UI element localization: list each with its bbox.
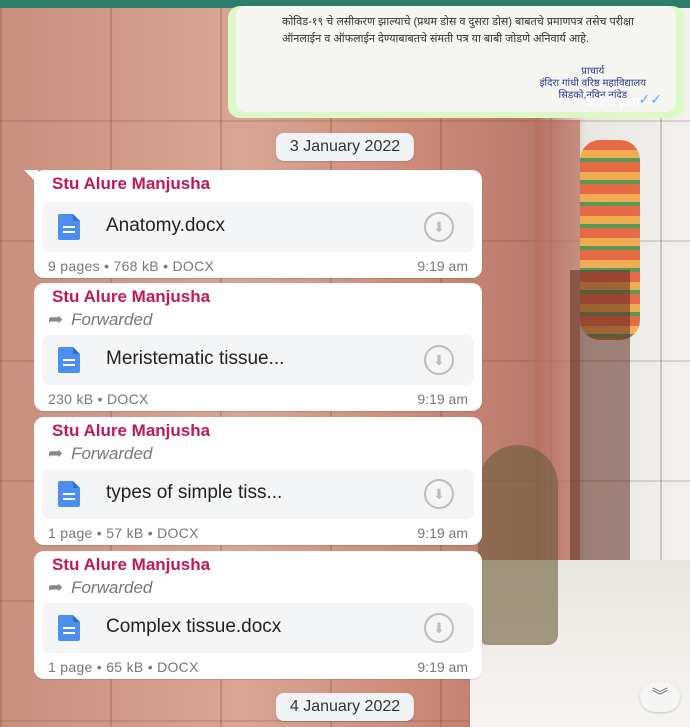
sender-name[interactable]: Stu Alure Manjusha xyxy=(52,421,210,441)
download-icon[interactable]: ⬇ xyxy=(424,479,454,509)
file-meta: 1 page • 65 kB • DOCX xyxy=(48,659,199,675)
message-time: 9:26 pm xyxy=(585,93,640,110)
message-time: 9:19 am xyxy=(417,659,468,675)
signature-institution: इंदिरा गांधी वरिष्ठ महाविद्यालय xyxy=(539,78,646,89)
file-name: types of simple tiss... xyxy=(106,482,283,503)
outgoing-image-message[interactable]: कोविड-१९ चे लसीकरण झाल्याचे (प्रथम डोस व… xyxy=(228,6,684,118)
sender-name[interactable]: Stu Alure Manjusha xyxy=(52,287,210,307)
download-icon[interactable]: ⬇ xyxy=(424,212,454,242)
download-icon[interactable]: ⬇ xyxy=(424,613,454,643)
wallpaper-person xyxy=(478,445,558,645)
file-message[interactable]: Stu Alure Manjusha Anatomy.docx ⬇ 9 page… xyxy=(24,170,482,278)
docx-document-icon xyxy=(58,615,80,641)
message-time: 9:19 am xyxy=(417,525,468,541)
file-name: Complex tissue.docx xyxy=(106,616,282,637)
sender-name[interactable]: Stu Alure Manjusha xyxy=(52,174,210,194)
signature-title: प्राचार्य xyxy=(581,66,605,77)
forwarded-label: ➦ Forwarded xyxy=(48,309,152,330)
date-separator: 3 January 2022 xyxy=(275,133,415,161)
file-message[interactable]: Stu Alure Manjusha ➦ Forwarded Meristema… xyxy=(34,283,482,411)
forwarded-label: ➦ Forwarded xyxy=(48,443,152,464)
download-icon[interactable]: ⬇ xyxy=(424,345,454,375)
file-attachment[interactable]: Anatomy.docx ⬇ xyxy=(42,202,474,252)
file-message[interactable]: Stu Alure Manjusha ➦ Forwarded Complex t… xyxy=(34,551,482,679)
file-meta: 1 page • 57 kB • DOCX xyxy=(48,525,199,541)
file-meta: 9 pages • 768 kB • DOCX xyxy=(48,258,215,274)
file-attachment[interactable]: Meristematic tissue... ⬇ xyxy=(42,335,474,385)
file-attachment[interactable]: Complex tissue.docx ⬇ xyxy=(42,603,474,653)
file-attachment[interactable]: types of simple tiss... ⬇ xyxy=(42,469,474,519)
read-ticks-icon: ✓✓ xyxy=(638,91,662,107)
forward-arrow-icon: ➦ xyxy=(48,577,64,597)
sender-name[interactable]: Stu Alure Manjusha xyxy=(52,555,210,575)
double-chevron-down-icon[interactable]: ︾ xyxy=(640,682,680,712)
wallpaper-door xyxy=(570,270,630,570)
forwarded-label: ➦ Forwarded xyxy=(48,577,152,598)
message-time: 9:19 am xyxy=(417,391,468,407)
document-text: कोविड-१९ चे लसीकरण झाल्याचे (प्रथम डोस व… xyxy=(282,16,634,45)
docx-document-icon xyxy=(58,347,80,373)
forwarded-text: Forwarded xyxy=(71,309,153,329)
forwarded-text: Forwarded xyxy=(71,443,153,463)
file-meta: 230 kB • DOCX xyxy=(48,391,149,407)
message-time: 9:19 am xyxy=(417,258,468,274)
file-message[interactable]: Stu Alure Manjusha ➦ Forwarded types of … xyxy=(34,417,482,545)
file-name: Meristematic tissue... xyxy=(106,348,285,369)
forward-arrow-icon: ➦ xyxy=(48,443,64,463)
forward-arrow-icon: ➦ xyxy=(48,309,64,329)
docx-document-icon xyxy=(58,481,80,507)
date-separator: 4 January 2022 xyxy=(275,693,415,721)
docx-document-icon xyxy=(58,214,80,240)
file-name: Anatomy.docx xyxy=(106,215,225,236)
forwarded-text: Forwarded xyxy=(71,577,153,597)
